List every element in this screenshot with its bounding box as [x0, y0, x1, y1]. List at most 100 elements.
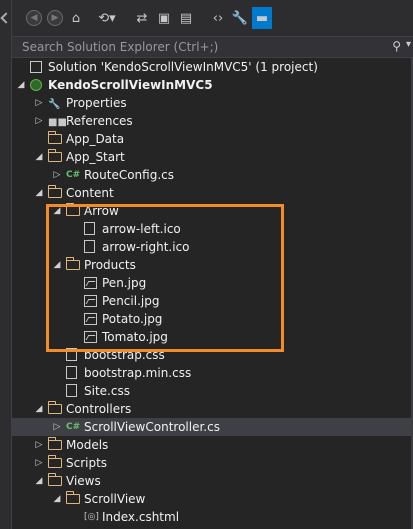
tree-item[interactable]: arrow-left.ico [12, 220, 413, 238]
ico-file-icon [84, 222, 95, 235]
image-file-icon [84, 277, 97, 289]
tree-item[interactable]: Site.css [12, 382, 413, 400]
tree-item[interactable]: ◢ Content [12, 184, 413, 202]
tree-item[interactable]: bootstrap.min.css [12, 364, 413, 382]
tree-item-label: Index.cshtml [102, 510, 180, 524]
tree-item[interactable]: Solution 'KendoScrollViewInMVC5' (1 proj… [12, 58, 413, 76]
history-icon[interactable]: ⟲▾ [97, 8, 117, 28]
tree-item-label: Models [66, 438, 109, 452]
tree-item[interactable]: Pencil.jpg [12, 292, 413, 310]
folder-icon [66, 257, 80, 270]
folder-icon [66, 203, 80, 216]
tree-item[interactable]: bootstrap.css [12, 346, 413, 364]
tree-item-label: Pencil.jpg [102, 294, 160, 308]
search-input[interactable] [20, 39, 384, 55]
expander-open-icon[interactable]: ◢ [34, 472, 44, 490]
tree-item-label: Potato.jpg [102, 312, 163, 326]
tree-item[interactable]: ◢ Controllers [12, 400, 413, 418]
solution-explorer-toolbar: ◀ ▶ ⌂ ⟲▾ ⇄ ▣ ▤ ‹› 🔧 ▬ [12, 0, 413, 36]
search-icon[interactable]: ⚲ [392, 39, 401, 53]
tree-item-label: Solution 'KendoScrollViewInMVC5' (1 proj… [48, 60, 318, 74]
tree-item[interactable]: ▷ ■■ References [12, 112, 413, 130]
tree-item[interactable]: ▷ C# RouteConfig.cs [12, 166, 413, 184]
tree-item[interactable]: ◢ ScrollView [12, 490, 413, 508]
tree-item-label: KendoScrollViewInMVC5 [48, 78, 213, 92]
tree-item[interactable]: ◢ KendoScrollViewInMVC5 [12, 76, 413, 94]
dock-marker-icon [0, 12, 12, 24]
expander-closed-icon[interactable]: ▷ [34, 112, 44, 130]
expander-open-icon[interactable]: ◢ [52, 490, 62, 508]
folder-icon [48, 401, 62, 414]
collapse-all-icon[interactable]: ▣ [154, 8, 174, 28]
tree-item[interactable]: Tomato.jpg [12, 328, 413, 346]
view-code-icon[interactable]: ‹› [208, 8, 228, 28]
expander-open-icon[interactable]: ◢ [34, 148, 44, 166]
expander-closed-icon[interactable]: ▷ [52, 418, 62, 436]
tree-item-label: Arrow [84, 204, 119, 218]
chevron-down-icon[interactable]: ▾ [406, 39, 411, 50]
tree-item-label: arrow-right.ico [102, 240, 190, 254]
tree-item-label: Properties [66, 96, 127, 110]
back-icon[interactable]: ◀ [24, 8, 44, 28]
tree-item-label: Tomato.jpg [102, 330, 168, 344]
tree-item-label: ScrollView [84, 492, 146, 506]
tree-item[interactable]: Potato.jpg [12, 310, 413, 328]
expander-open-icon[interactable]: ◢ [52, 256, 62, 274]
solution-icon [30, 61, 42, 73]
image-file-icon [84, 313, 97, 325]
css-file-icon [66, 384, 77, 397]
sync-icon[interactable]: ⇄ [132, 8, 152, 28]
expander-closed-icon[interactable]: ▷ [34, 454, 44, 472]
css-file-icon [66, 348, 77, 361]
expander-open-icon[interactable]: ◢ [34, 184, 44, 202]
tree-item-label: RouteConfig.cs [84, 168, 174, 182]
tree-item[interactable]: ◢ Products [12, 256, 413, 274]
expander-closed-icon[interactable]: ▷ [52, 166, 62, 184]
left-dock-strip [0, 0, 12, 529]
tree-item[interactable]: Pen.jpg [12, 274, 413, 292]
tree-item[interactable]: ▷ Models [12, 436, 413, 454]
tree-item[interactable]: ◢ Views [12, 472, 413, 490]
tree-item[interactable]: [◎] Index.cshtml [12, 508, 413, 526]
web-project-icon [30, 79, 42, 91]
search-box: ⚲ ▾ [12, 36, 413, 58]
folder-icon [48, 473, 62, 486]
preview-pin-icon[interactable]: ▬ [252, 7, 272, 29]
tree-item-label: References [66, 114, 133, 128]
expander-open-icon[interactable]: ◢ [52, 202, 62, 220]
tree-item[interactable]: ◢ App_Start [12, 148, 413, 166]
forward-icon[interactable]: ▶ [45, 8, 65, 28]
csharp-file-icon: C# [66, 170, 81, 180]
references-icon: ■■ [48, 117, 67, 128]
expander-open-icon[interactable]: ◢ [34, 400, 44, 418]
tree-item-label: bootstrap.css [84, 348, 165, 362]
expander-closed-icon[interactable]: ▷ [34, 94, 44, 112]
csharp-file-icon: C# [66, 422, 81, 432]
solution-tree: Solution 'KendoScrollViewInMVC5' (1 proj… [12, 58, 413, 529]
tree-item[interactable]: App_Data [12, 130, 413, 148]
properties-wrench-icon[interactable]: 🔧 [230, 8, 250, 28]
tree-item[interactable]: arrow-right.ico [12, 238, 413, 256]
tree-item[interactable]: ▷ 🔧 Properties [12, 94, 413, 112]
image-file-icon [84, 331, 97, 343]
tree-item-label: Content [66, 186, 114, 200]
image-file-icon [84, 295, 97, 307]
tree-item-label: Site.css [84, 384, 130, 398]
tree-item-label: ScrollViewController.cs [84, 420, 220, 434]
tree-item-label: bootstrap.min.css [84, 366, 192, 380]
folder-icon [48, 437, 62, 450]
tree-item[interactable]: ▷ C# ScrollViewController.cs [12, 418, 413, 436]
expander-open-icon[interactable]: ◢ [16, 76, 26, 94]
folder-icon [48, 149, 62, 162]
ico-file-icon [84, 240, 95, 253]
folder-icon [66, 491, 80, 504]
cshtml-file-icon: [◎] [84, 512, 99, 522]
expander-closed-icon[interactable]: ▷ [34, 436, 44, 454]
show-all-files-icon[interactable]: ▤ [176, 8, 196, 28]
tree-item-label: Controllers [66, 402, 132, 416]
home-icon[interactable]: ⌂ [66, 8, 86, 28]
tree-item[interactable]: ◢ Arrow [12, 202, 413, 220]
folder-icon [48, 185, 62, 198]
folder-icon [48, 455, 62, 468]
tree-item[interactable]: ▷ Scripts [12, 454, 413, 472]
